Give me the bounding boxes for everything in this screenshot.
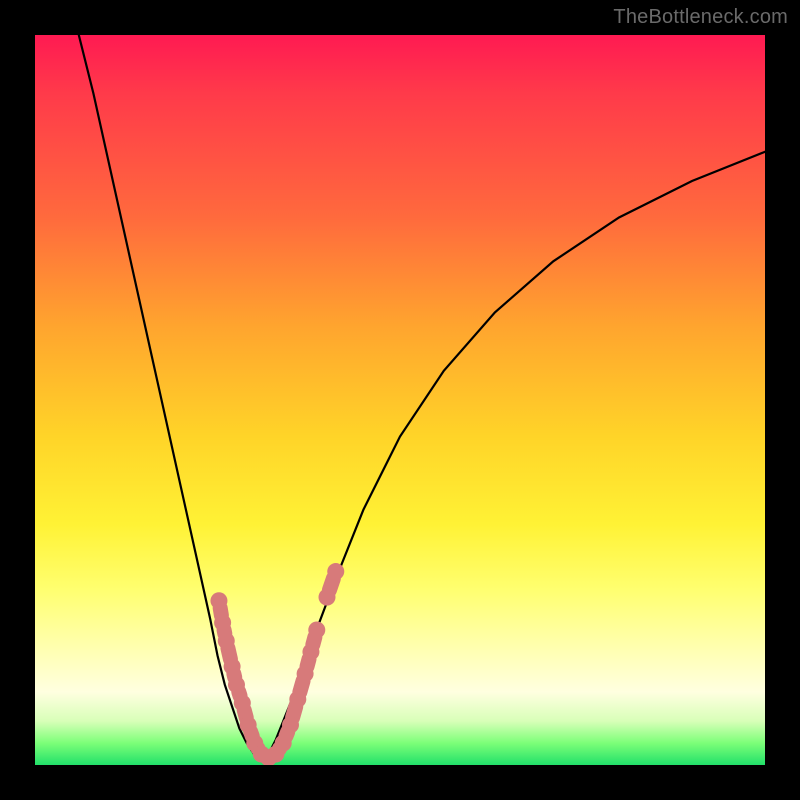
- marker-dot: [224, 658, 241, 675]
- marker-dot: [302, 643, 319, 660]
- marker-dot: [214, 614, 231, 631]
- marker-dot: [275, 735, 292, 752]
- marker-dot: [228, 676, 245, 693]
- marker-dot: [289, 691, 306, 708]
- marker-dot: [327, 563, 344, 580]
- marker-dot: [210, 592, 227, 609]
- marker-dot: [240, 716, 257, 733]
- plot-area: [35, 35, 765, 765]
- watermark-text: TheBottleneck.com: [613, 6, 788, 29]
- marker-dot: [282, 716, 299, 733]
- curves-layer: [35, 35, 765, 765]
- marker-dot: [308, 621, 325, 638]
- marker-dot: [297, 665, 314, 682]
- chart-stage: TheBottleneck.com: [0, 0, 800, 800]
- marker-dot: [319, 589, 336, 606]
- marker-dot: [234, 694, 251, 711]
- curve-right-branch: [261, 152, 765, 762]
- marker-dot: [218, 632, 235, 649]
